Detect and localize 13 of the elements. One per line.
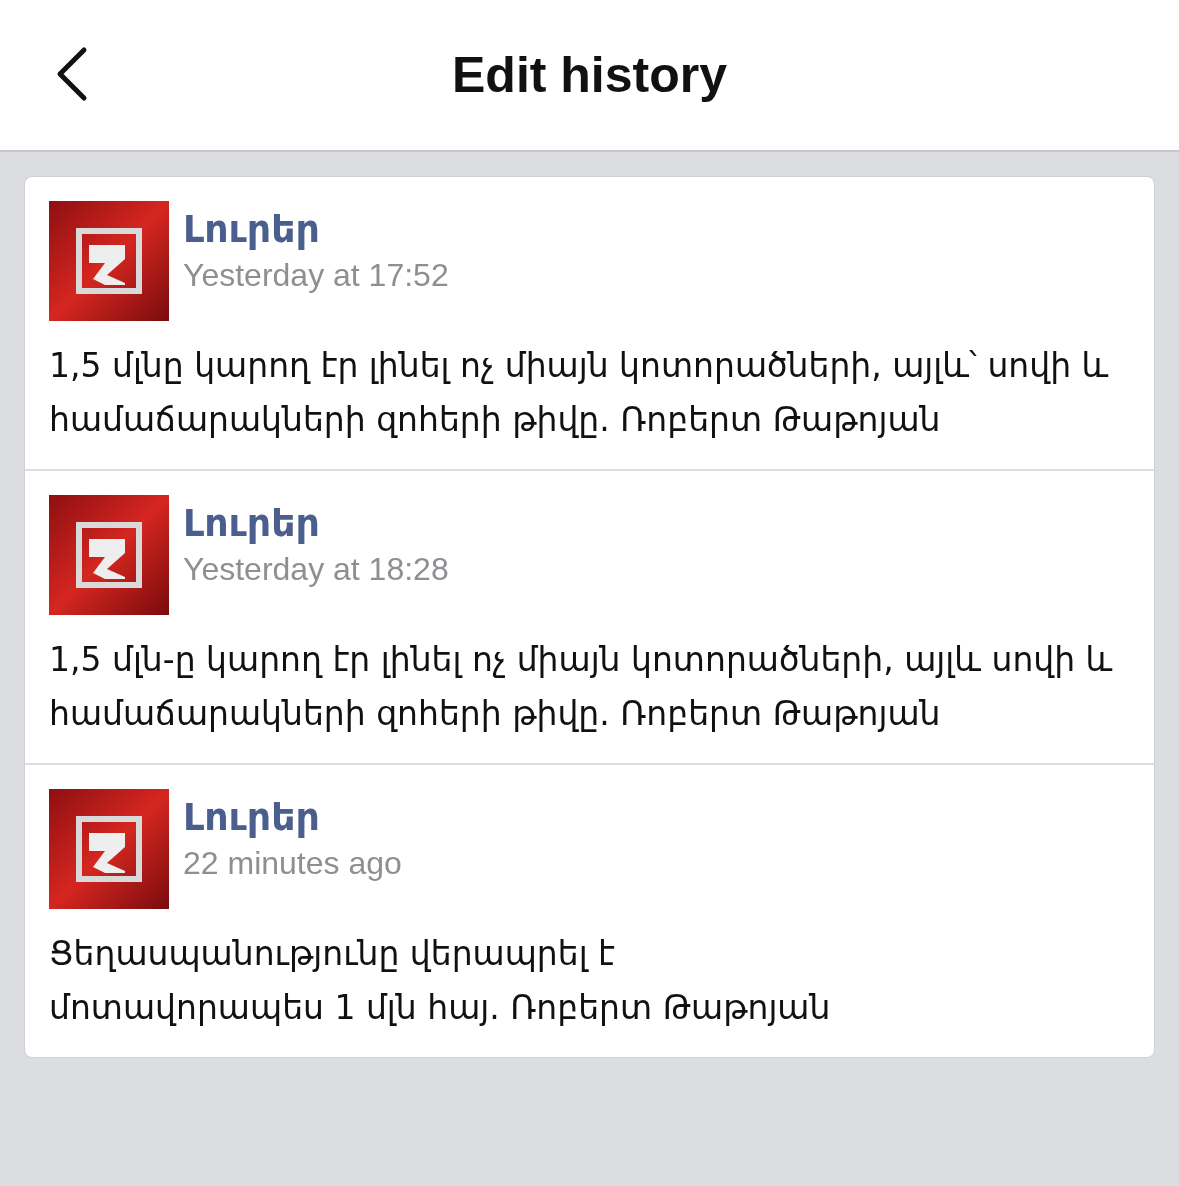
author-name[interactable]: Լուրեր <box>183 795 402 839</box>
author-name[interactable]: Լուրեր <box>183 207 449 251</box>
timestamp: Yesterday at 17:52 <box>183 257 449 294</box>
post-text: Ցեղասպանությունը վերապրել է մոտավորապես 1 մլն հայ. Ռոբերտ Թաթոյան <box>49 933 832 1029</box>
logo-icon <box>49 201 169 321</box>
logo-icon <box>49 789 169 909</box>
post-text: 1,5 մլնը կարող էր լինել ոչ միայն կոտորածների, այլև՝ սովի և համաճարակների զոհերի թիվը. Ռոբերտ Թաթոյան <box>49 345 1110 441</box>
author-name[interactable]: Լուրեր <box>183 501 449 545</box>
post-text: 1,5 մլն-ը կարող էր լինել ոչ միայն կոտորածների, այլև սովի և համաճարակների զոհերի թիվը. Ռոբերտ Թաթոյան <box>49 639 1114 735</box>
timestamp: Yesterday at 18:28 <box>183 551 449 588</box>
logo-icon <box>49 495 169 615</box>
page-title: Edit history <box>452 46 727 104</box>
timestamp: 22 minutes ago <box>183 845 402 882</box>
